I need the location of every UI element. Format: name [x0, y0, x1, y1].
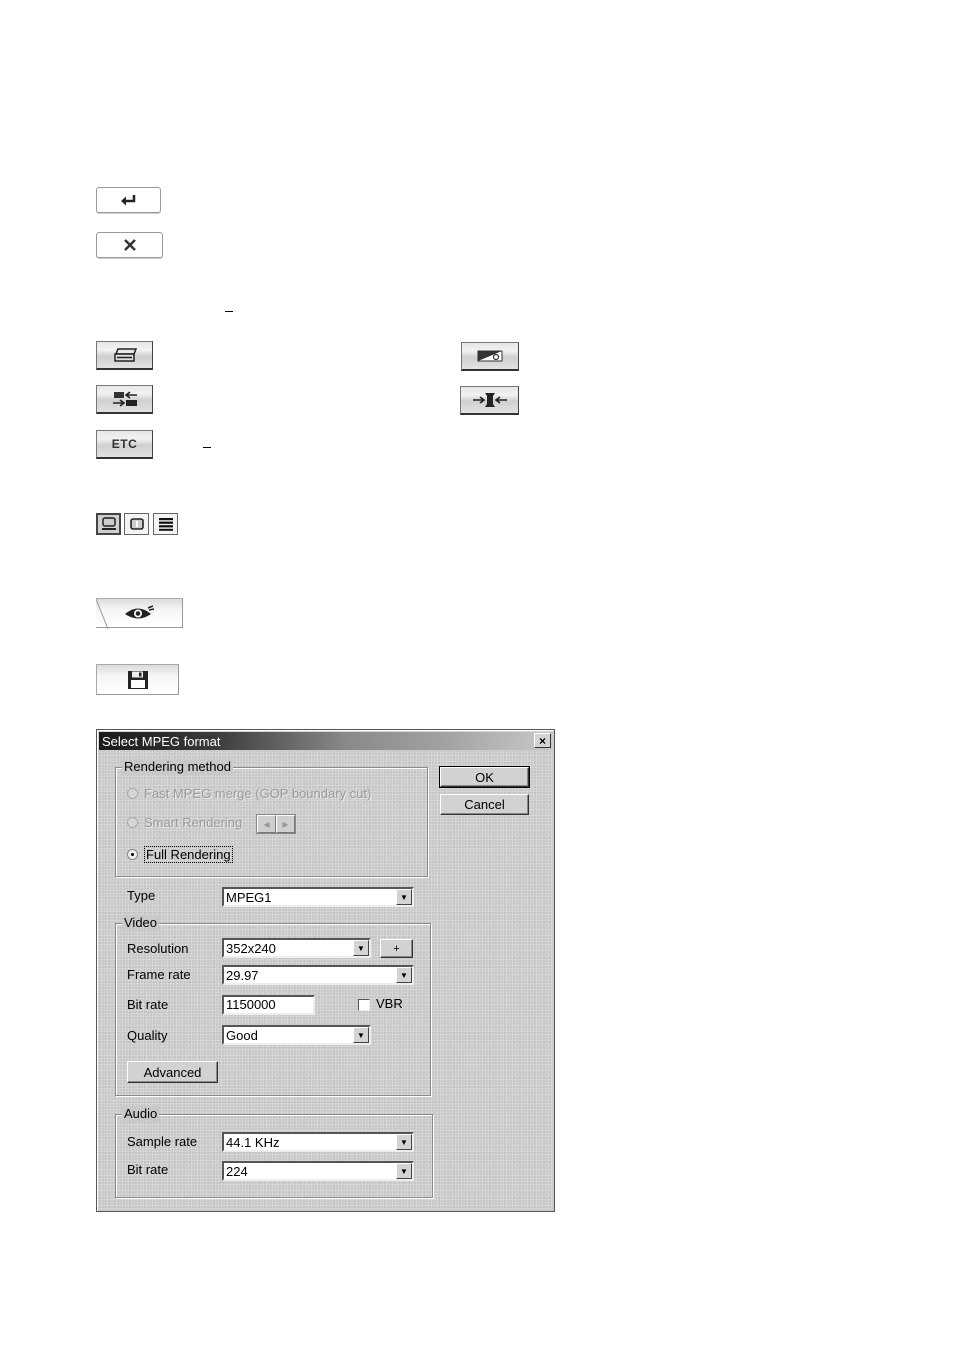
- preview-button[interactable]: [96, 598, 183, 629]
- storyboard-view-icon: [101, 517, 116, 530]
- tab-edge: [96, 599, 109, 629]
- type-label: Type: [127, 888, 156, 903]
- chevron-down-icon[interactable]: ▼: [353, 1027, 369, 1043]
- resolution-dropdown[interactable]: 352x240 ▼: [222, 938, 371, 958]
- clip-box-button[interactable]: [96, 341, 153, 370]
- chevron-down-icon[interactable]: ▼: [353, 940, 369, 956]
- etc-label: ETC: [111, 437, 138, 451]
- ok-button[interactable]: OK: [439, 766, 530, 788]
- save-button[interactable]: [96, 664, 179, 695]
- list-view-button[interactable]: [153, 513, 178, 535]
- single-view-button[interactable]: [124, 513, 149, 535]
- radio-full-rendering[interactable]: Full Rendering: [127, 846, 233, 863]
- radio-label: Fast MPEG merge (GOP boundary cut): [144, 786, 372, 801]
- floppy-disk-icon: [127, 670, 148, 689]
- frame-rate-dropdown[interactable]: 29.97 ▼: [222, 965, 414, 985]
- swap-arrows-icon: [112, 391, 137, 407]
- sample-rate-label: Sample rate: [127, 1134, 198, 1149]
- clip-box-icon: [113, 348, 137, 362]
- audio-bit-rate-dropdown[interactable]: 224 ▼: [222, 1161, 414, 1181]
- radio-smart-rendering[interactable]: Smart Rendering: [127, 815, 242, 830]
- sample-rate-value: 44.1 KHz: [226, 1134, 280, 1150]
- radio-fast-mpeg-merge[interactable]: Fast MPEG merge (GOP boundary cut): [127, 786, 371, 801]
- chevron-down-icon[interactable]: ▼: [396, 967, 412, 983]
- enter-button[interactable]: [96, 187, 161, 213]
- video-bit-rate-input[interactable]: 1150000: [222, 995, 315, 1015]
- quality-label: Quality: [127, 1028, 168, 1043]
- type-value: MPEG1: [226, 889, 272, 905]
- radio-label: Smart Rendering: [144, 815, 243, 830]
- eye-icon: [125, 605, 155, 619]
- chevron-down-icon[interactable]: ▼: [396, 889, 412, 905]
- radio-button[interactable]: [127, 788, 138, 799]
- resolution-label: Resolution: [127, 941, 189, 956]
- chevron-down-icon[interactable]: ▼: [396, 1134, 412, 1150]
- cancel-label: Cancel: [464, 797, 505, 812]
- enter-arrow-icon: [120, 195, 135, 206]
- single-view-icon: [129, 518, 144, 530]
- add-resolution-button[interactable]: +: [380, 939, 413, 958]
- swap-button[interactable]: [96, 385, 153, 414]
- spin-left-button[interactable]: ◀: [257, 815, 276, 833]
- ok-label: OK: [475, 769, 494, 785]
- resolution-value: 352x240: [226, 940, 276, 956]
- advanced-label: Advanced: [143, 1064, 202, 1080]
- dialog-titlebar[interactable]: Select MPEG format ×: [99, 732, 552, 750]
- image-edit-icon: [477, 350, 503, 362]
- separator-dash: [203, 447, 211, 448]
- sample-rate-dropdown[interactable]: 44.1 KHz ▼: [222, 1132, 414, 1152]
- close-button[interactable]: [96, 232, 163, 258]
- dialog-close-button[interactable]: ×: [534, 733, 551, 748]
- audio-group: Audio: [115, 1106, 433, 1198]
- smart-rendering-spinner[interactable]: ◀ ▶: [256, 814, 296, 834]
- storyboard-view-button[interactable]: [96, 513, 121, 535]
- separator-dash: [225, 311, 233, 312]
- video-legend: Video: [122, 915, 160, 931]
- close-icon: ×: [538, 733, 546, 748]
- chevron-down-icon[interactable]: ▼: [396, 1163, 412, 1179]
- etc-button[interactable]: ETC: [96, 430, 153, 459]
- radio-label: Full Rendering: [144, 846, 233, 863]
- rendering-method-legend: Rendering method: [122, 759, 233, 775]
- squeeze-arrows-icon: [472, 393, 507, 407]
- dialog-title: Select MPEG format: [102, 733, 221, 749]
- quality-value: Good: [226, 1027, 258, 1043]
- type-dropdown[interactable]: MPEG1 ▼: [222, 887, 414, 907]
- frame-rate-label: Frame rate: [127, 967, 191, 982]
- audio-bit-rate-value: 224: [226, 1163, 248, 1179]
- image-edit-button[interactable]: [461, 342, 519, 371]
- cancel-button[interactable]: Cancel: [440, 794, 529, 815]
- squeeze-button[interactable]: [460, 386, 519, 415]
- advanced-button[interactable]: Advanced: [127, 1061, 218, 1083]
- plus-icon: +: [393, 942, 400, 955]
- audio-bit-rate-label: Bit rate: [127, 1162, 169, 1177]
- x-close-icon: [123, 239, 136, 251]
- list-view-icon: [158, 518, 173, 531]
- vbr-checkbox[interactable]: [358, 999, 370, 1011]
- radio-button[interactable]: [127, 817, 138, 828]
- audio-legend: Audio: [122, 1106, 160, 1122]
- vbr-label: VBR: [376, 996, 403, 1011]
- radio-button-selected[interactable]: [127, 849, 138, 860]
- spin-right-button[interactable]: ▶: [276, 815, 295, 833]
- video-bit-rate-label: Bit rate: [127, 997, 169, 1012]
- frame-rate-value: 29.97: [226, 967, 259, 983]
- select-mpeg-format-dialog: Select MPEG format × Rendering method Fa…: [96, 729, 555, 1212]
- quality-dropdown[interactable]: Good ▼: [222, 1025, 371, 1045]
